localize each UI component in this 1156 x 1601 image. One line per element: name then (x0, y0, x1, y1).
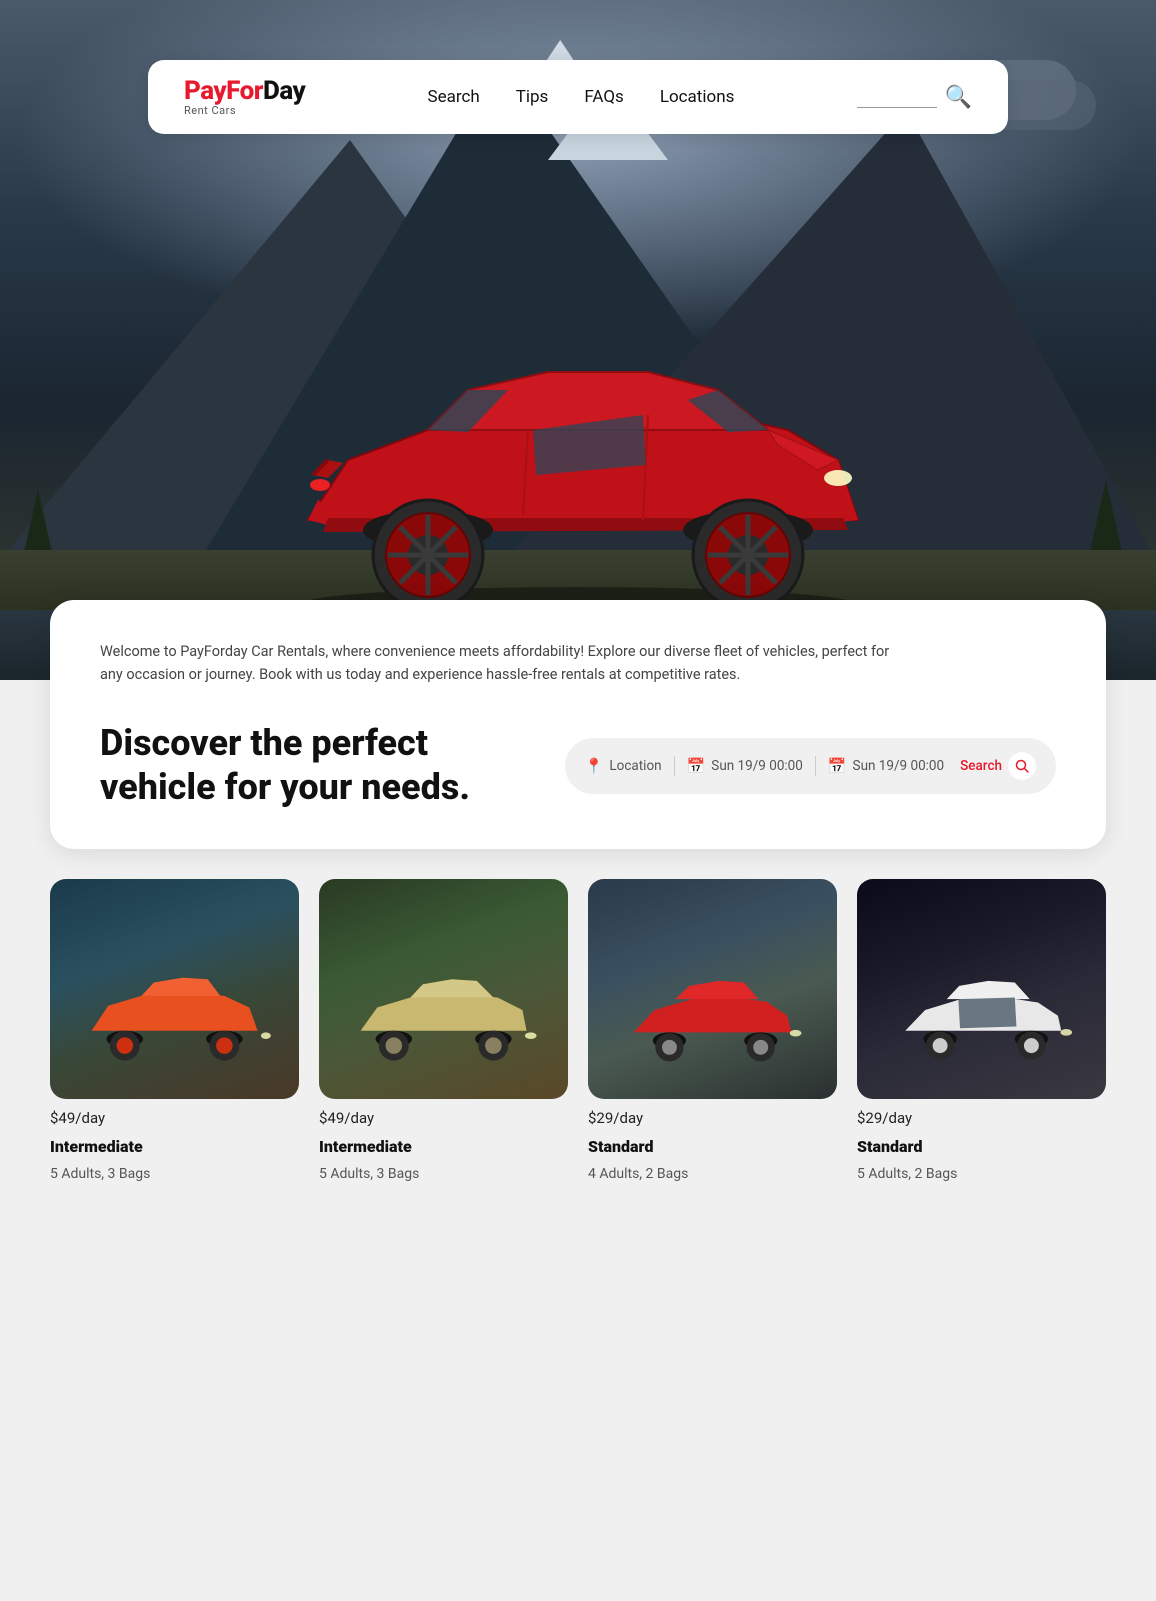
car-price-1: $49/day (319, 1109, 568, 1127)
car-name-0: Intermediate (50, 1137, 299, 1156)
date2-label: Sun 19/9 00:00 (853, 758, 945, 774)
widget-search-button[interactable]: Search (960, 752, 1036, 780)
main-nav: Search Tips FAQs Locations (428, 87, 735, 107)
car-card-3[interactable]: $29/day Standard 5 Adults, 2 Bags (857, 879, 1106, 1182)
header-search: 🔍 (857, 85, 972, 110)
discover-heading: Discover the perfect vehicle for your ne… (100, 722, 470, 808)
date1-label: Sun 19/9 00:00 (711, 758, 803, 774)
widget-search-icon (1008, 752, 1036, 780)
logo-brand: PayForDay (184, 78, 305, 104)
location-icon: 📍 (585, 757, 604, 775)
cars-grid: $49/day Intermediate 5 Adults, 3 Bags $4… (50, 879, 1106, 1182)
calendar1-icon: 📅 (687, 757, 706, 775)
welcome-text: Welcome to PayForday Car Rentals, where … (100, 640, 900, 686)
divider-1 (674, 756, 675, 776)
car-capacity-2: 4 Adults, 2 Bags (588, 1166, 837, 1182)
nav-faqs-link[interactable]: FAQs (584, 87, 623, 107)
car-name-1: Intermediate (319, 1137, 568, 1156)
nav-tips-link[interactable]: Tips (516, 87, 549, 107)
car-card-0[interactable]: $49/day Intermediate 5 Adults, 3 Bags (50, 879, 299, 1182)
car-card-2[interactable]: $29/day Standard 4 Adults, 2 Bags (588, 879, 837, 1182)
content-section: Welcome to PayForday Car Rentals, where … (50, 600, 1106, 849)
car-price-2: $29/day (588, 1109, 837, 1127)
car-capacity-1: 5 Adults, 3 Bags (319, 1166, 568, 1182)
car-image-2 (588, 879, 837, 1099)
car-capacity-0: 5 Adults, 3 Bags (50, 1166, 299, 1182)
widget-search-label: Search (960, 758, 1002, 774)
header: PayForDay Rent Cars Search Tips FAQs Loc… (148, 60, 1008, 134)
hero-car (228, 300, 928, 620)
car-price-3: $29/day (857, 1109, 1106, 1127)
car-image-1 (319, 879, 568, 1099)
logo: PayForDay Rent Cars (184, 78, 305, 116)
car-price-0: $49/day (50, 1109, 299, 1127)
car-image-3 (857, 879, 1106, 1099)
discover-line2: vehicle for your needs. (100, 766, 470, 808)
divider-2 (815, 756, 816, 776)
car-capacity-3: 5 Adults, 2 Bags (857, 1166, 1106, 1182)
calendar2-icon: 📅 (828, 757, 847, 775)
header-search-icon[interactable]: 🔍 (945, 85, 972, 110)
car-card-1[interactable]: $49/day Intermediate 5 Adults, 3 Bags (319, 879, 568, 1182)
logo-sub: Rent Cars (184, 105, 305, 116)
header-search-input[interactable] (857, 86, 937, 108)
location-label: Location (609, 758, 661, 774)
date2-field[interactable]: 📅 Sun 19/9 00:00 (828, 757, 944, 775)
car-image-0 (50, 879, 299, 1099)
car-name-3: Standard (857, 1137, 1106, 1156)
discover-row: Discover the perfect vehicle for your ne… (100, 722, 1056, 808)
discover-line1: Discover the perfect (100, 722, 428, 764)
car-name-2: Standard (588, 1137, 837, 1156)
date1-field[interactable]: 📅 Sun 19/9 00:00 (687, 757, 803, 775)
search-widget: 📍 Location 📅 Sun 19/9 00:00 📅 Sun 19/9 0… (565, 738, 1056, 794)
nav-locations-link[interactable]: Locations (660, 87, 735, 107)
location-field[interactable]: 📍 Location (585, 757, 662, 775)
nav-search-link[interactable]: Search (428, 87, 480, 107)
